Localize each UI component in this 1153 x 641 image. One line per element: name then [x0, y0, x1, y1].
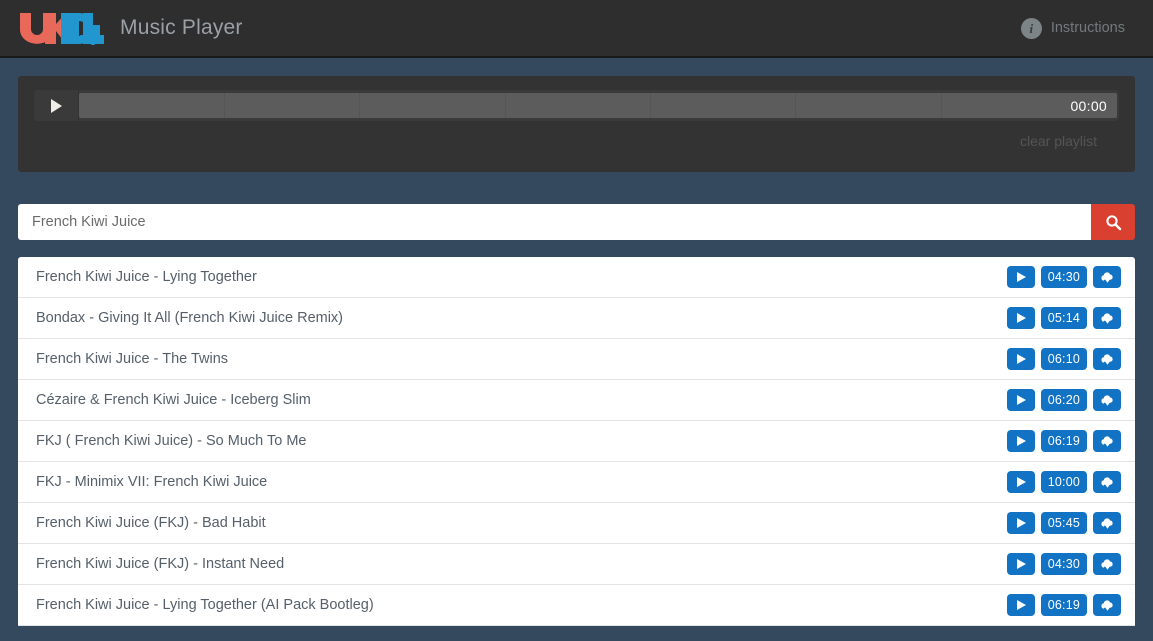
search-icon — [1105, 214, 1121, 230]
cloud-download-icon — [1100, 353, 1113, 365]
cloud-download-icon — [1100, 558, 1113, 570]
search-results-list: French Kiwi Juice - Lying Together 04:30 B… — [18, 257, 1135, 626]
result-title: Cézaire & French Kiwi Juice - Iceberg Sl… — [36, 392, 311, 408]
result-title: Bondax - Giving It All (French Kiwi Juic… — [36, 310, 344, 326]
cloud-download-icon — [1100, 271, 1113, 283]
result-duration-badge: 05:45 — [1040, 512, 1087, 534]
result-play-button[interactable] — [1006, 553, 1035, 575]
play-icon — [1017, 477, 1027, 487]
audio-player[interactable]: 00:00 — [34, 90, 1119, 121]
play-icon — [1017, 559, 1027, 569]
result-duration-badge: 04:30 — [1040, 553, 1087, 575]
result-row[interactable]: Cézaire & French Kiwi Juice - Iceberg Sl… — [18, 380, 1135, 421]
result-row[interactable]: FKJ - Minimix VII: French Kiwi Juice 10:0… — [18, 462, 1135, 503]
cloud-download-icon — [1100, 476, 1113, 488]
result-actions: 05:14 — [1006, 307, 1121, 329]
clear-playlist-link[interactable]: clear playlist — [1020, 133, 1097, 149]
ukdl-logo — [20, 13, 104, 45]
play-icon — [1017, 518, 1027, 528]
result-play-button[interactable] — [1006, 307, 1035, 329]
result-duration-badge: 04:30 — [1040, 266, 1087, 288]
player-play-button[interactable] — [34, 90, 79, 121]
result-actions: 10:00 — [1006, 471, 1121, 493]
play-icon — [1017, 600, 1027, 610]
cloud-download-icon — [1100, 394, 1113, 406]
result-row[interactable]: FKJ ( French Kiwi Juice) - So Much To Me… — [18, 421, 1135, 462]
instructions-link[interactable]: i Instructions — [1020, 17, 1125, 39]
result-title: French Kiwi Juice (FKJ) - Bad Habit — [36, 515, 266, 531]
result-title: French Kiwi Juice - Lying Together (AI P… — [36, 597, 374, 613]
result-play-button[interactable] — [1006, 594, 1035, 616]
result-title: French Kiwi Juice - The Twins — [36, 351, 229, 367]
result-row[interactable]: French Kiwi Juice (FKJ) - Bad Habit 05:45 — [18, 503, 1135, 544]
result-download-button[interactable] — [1093, 430, 1121, 452]
player-time: 00:00 — [1070, 97, 1107, 114]
result-duration-badge: 06:19 — [1040, 430, 1087, 452]
result-actions: 04:30 — [1006, 553, 1121, 575]
search-button[interactable] — [1091, 204, 1135, 240]
result-duration-badge: 05:14 — [1040, 307, 1087, 329]
result-row[interactable]: Bondax - Giving It All (French Kiwi Juic… — [18, 298, 1135, 339]
result-download-button[interactable] — [1093, 594, 1121, 616]
result-duration-badge: 10:00 — [1040, 471, 1087, 493]
page-title: Music Player — [120, 16, 243, 39]
search-input[interactable] — [18, 204, 1091, 240]
result-title: FKJ ( French Kiwi Juice) - So Much To Me — [36, 433, 307, 449]
result-actions: 05:45 — [1006, 512, 1121, 534]
cloud-download-icon — [1100, 435, 1113, 447]
result-title: FKJ - Minimix VII: French Kiwi Juice — [36, 474, 268, 490]
result-duration-badge: 06:10 — [1040, 348, 1087, 370]
play-icon — [1017, 395, 1027, 405]
result-download-button[interactable] — [1093, 389, 1121, 411]
result-actions: 06:19 — [1006, 430, 1121, 452]
result-play-button[interactable] — [1006, 389, 1035, 411]
info-icon: i — [1020, 17, 1042, 39]
result-download-button[interactable] — [1093, 266, 1121, 288]
player-panel: 00:00 clear playlist — [18, 76, 1135, 172]
play-icon — [1017, 436, 1027, 446]
result-download-button[interactable] — [1093, 553, 1121, 575]
result-play-button[interactable] — [1006, 430, 1035, 452]
result-row[interactable]: French Kiwi Juice - The Twins 06:10 — [18, 339, 1135, 380]
search-bar — [18, 204, 1135, 240]
result-download-button[interactable] — [1093, 348, 1121, 370]
play-icon — [1017, 354, 1027, 364]
brand[interactable]: Music Player — [18, 11, 243, 45]
result-actions: 06:19 — [1006, 594, 1121, 616]
result-title: French Kiwi Juice (FKJ) - Instant Need — [36, 556, 285, 572]
result-actions: 06:20 — [1006, 389, 1121, 411]
result-play-button[interactable] — [1006, 348, 1035, 370]
result-play-button[interactable] — [1006, 512, 1035, 534]
cloud-download-icon — [1100, 517, 1113, 529]
result-row[interactable]: French Kiwi Juice - Lying Together (AI P… — [18, 585, 1135, 626]
result-actions: 06:10 — [1006, 348, 1121, 370]
player-progress-bar[interactable]: 00:00 — [79, 93, 1117, 118]
instructions-label: Instructions — [1050, 20, 1125, 36]
result-download-button[interactable] — [1093, 307, 1121, 329]
cloud-download-icon — [1100, 599, 1113, 611]
result-download-button[interactable] — [1093, 471, 1121, 493]
result-download-button[interactable] — [1093, 512, 1121, 534]
play-icon — [50, 98, 62, 113]
result-play-button[interactable] — [1006, 266, 1035, 288]
result-duration-badge: 06:19 — [1040, 594, 1087, 616]
result-row[interactable]: French Kiwi Juice - Lying Together 04:30 — [18, 257, 1135, 298]
result-title: French Kiwi Juice - Lying Together — [36, 269, 257, 285]
result-row[interactable]: French Kiwi Juice (FKJ) - Instant Need 04… — [18, 544, 1135, 585]
result-play-button[interactable] — [1006, 471, 1035, 493]
top-navbar: Music Player i Instructions — [0, 0, 1153, 58]
cloud-download-icon — [1100, 312, 1113, 324]
result-duration-badge: 06:20 — [1040, 389, 1087, 411]
result-actions: 04:30 — [1006, 266, 1121, 288]
play-icon — [1017, 272, 1027, 282]
play-icon — [1017, 313, 1027, 323]
